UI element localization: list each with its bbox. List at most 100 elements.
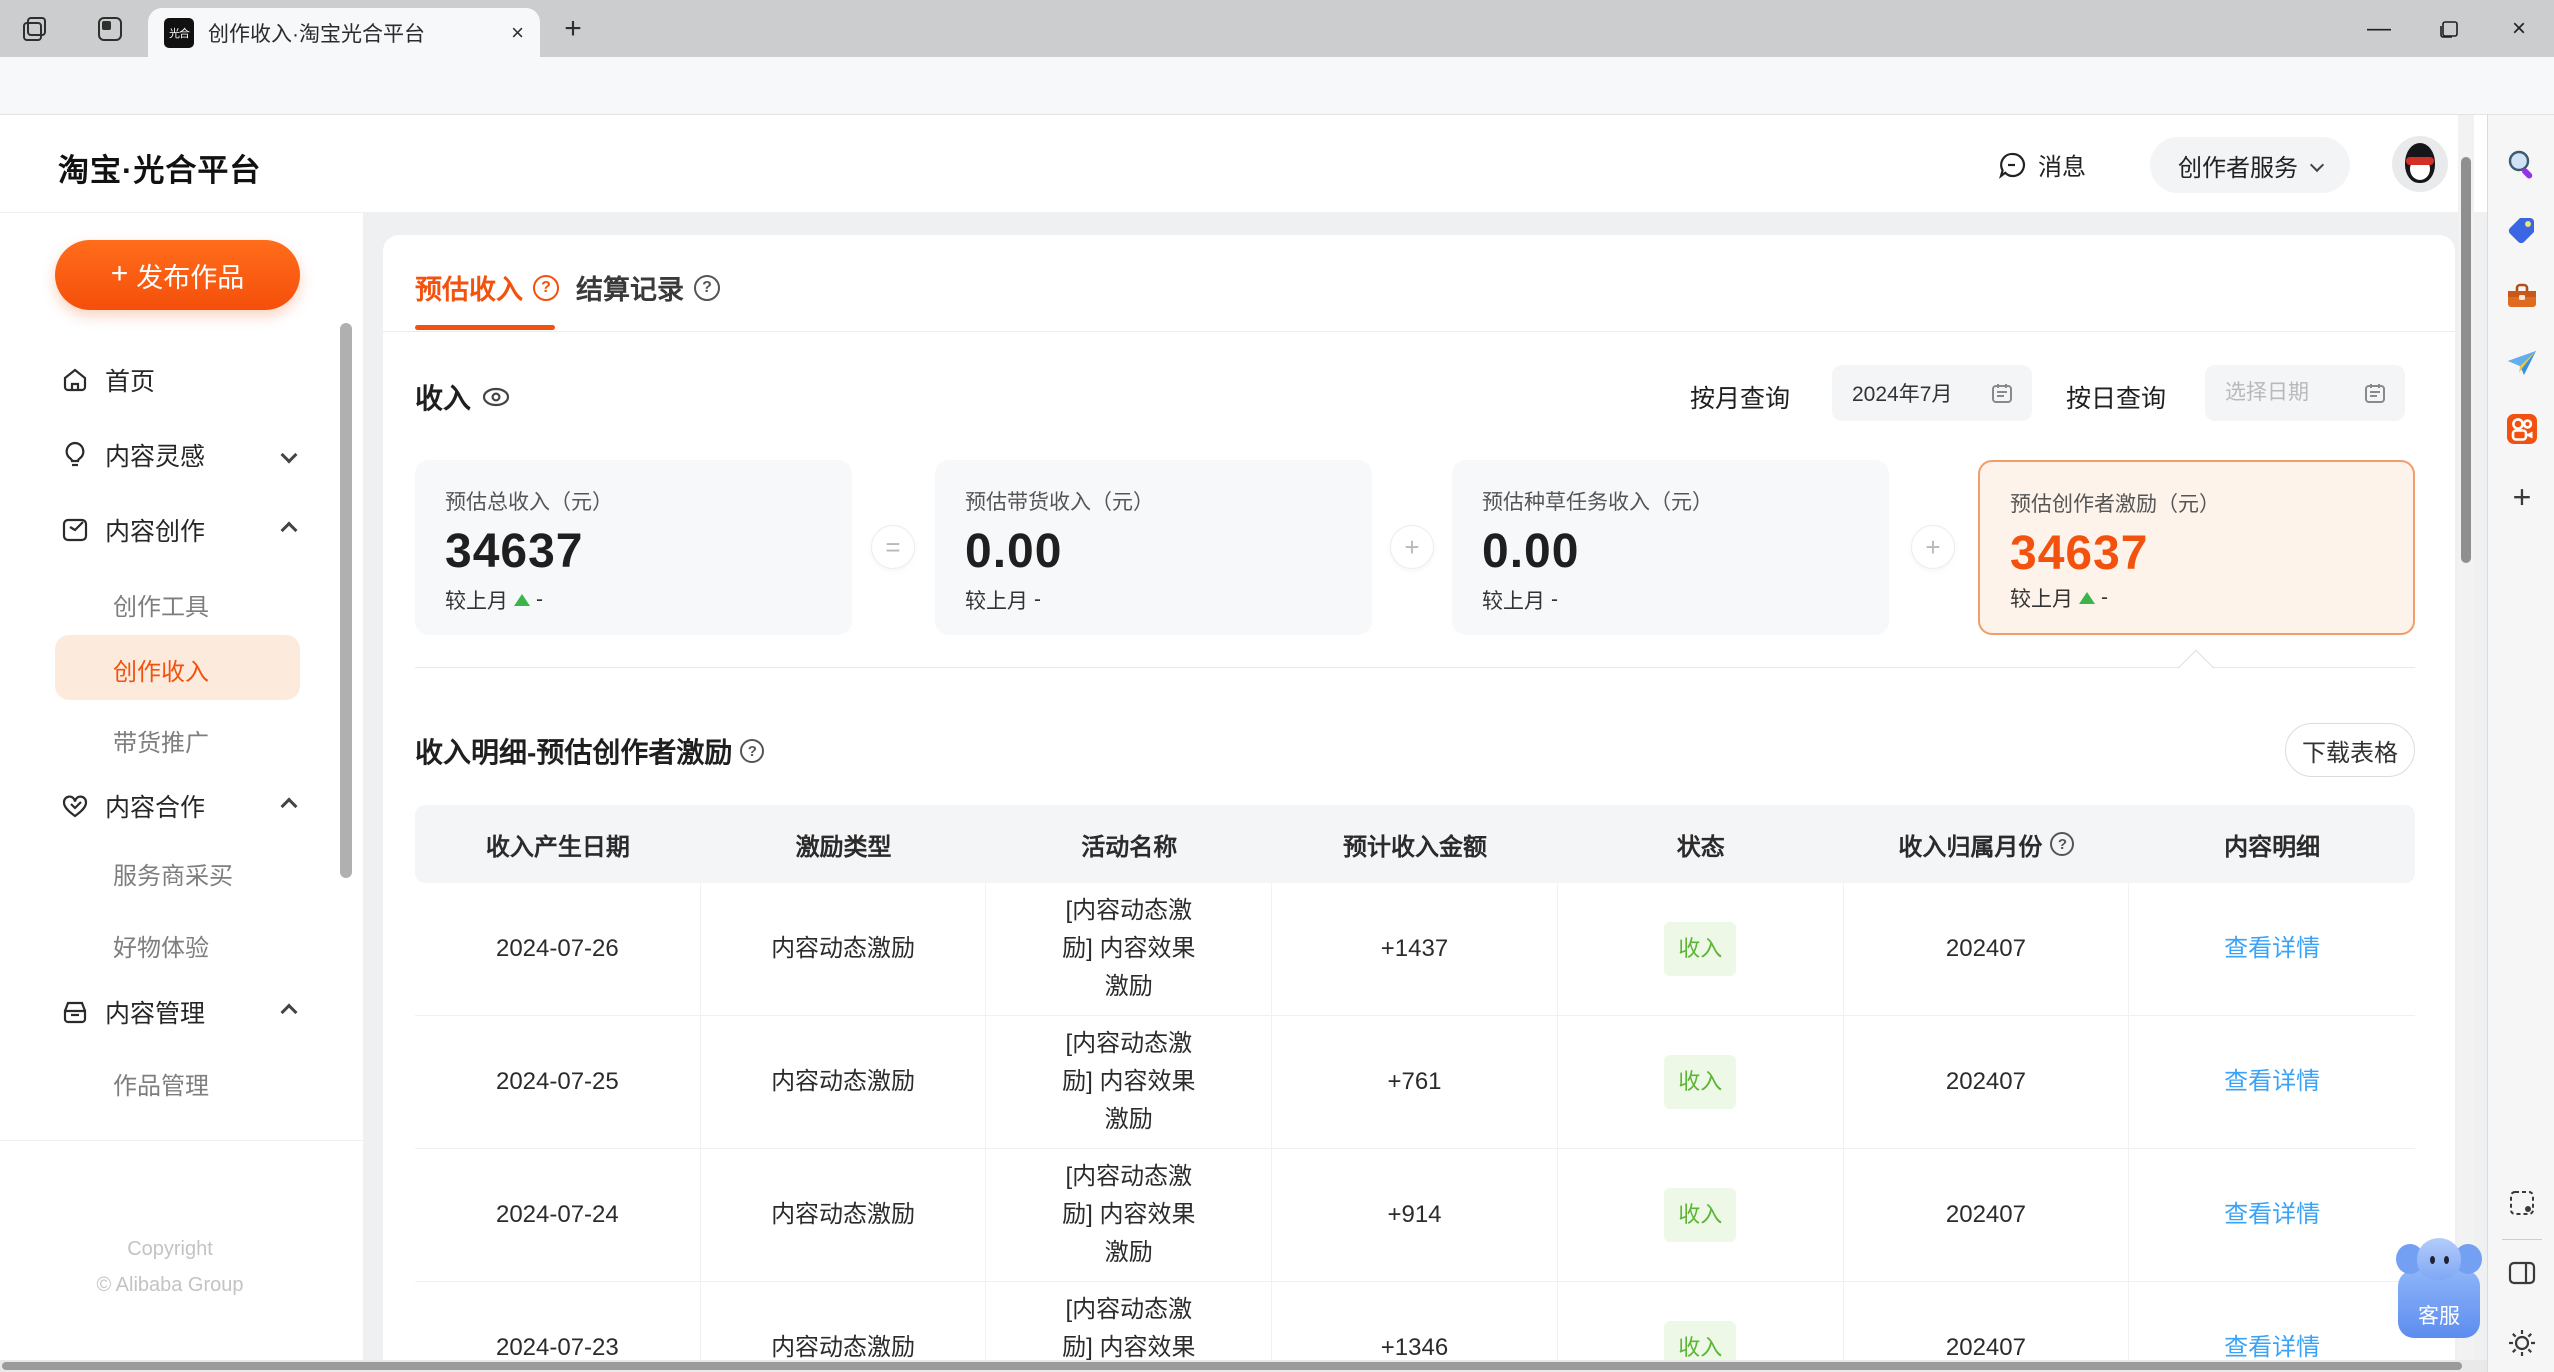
table-row: 2024-07-24 内容动态激励 [内容动态激励] 内容效果激励 +914 收…: [415, 1149, 2415, 1282]
card-creator-incentive-selected[interactable]: 预估创作者激励（元） 34637 较上月 -: [1978, 460, 2415, 635]
sidebar: + 发布作品 首页 内容灵感 内容创作 创作工具 创作收入 带货推广 内容合作: [0, 213, 363, 1372]
sidebar-item-creation[interactable]: 内容创作: [0, 505, 340, 555]
card-goods-income[interactable]: 预估带货收入（元） 0.00 较上月 -: [935, 460, 1372, 635]
chevron-up-icon: [280, 797, 298, 815]
sidebar-item-inspiration[interactable]: 内容灵感: [0, 430, 340, 480]
view-details-link[interactable]: 查看详情: [2224, 1063, 2320, 1101]
site-header: 淘宝·光合平台 消息 创作者服务: [0, 115, 2487, 213]
close-window-button[interactable]: ×: [2484, 0, 2554, 57]
equals-operator: =: [871, 525, 915, 569]
col-header-date: 收入产生日期: [485, 833, 630, 861]
sidebar-item-cooperation[interactable]: 内容合作: [0, 781, 340, 831]
horizontal-scrollbar-thumb[interactable]: [2, 1362, 2462, 1370]
trend-up-icon: [514, 594, 530, 606]
sidebar-scrollbar[interactable]: [340, 323, 352, 878]
card-total-income[interactable]: 预估总收入（元） 34637 较上月 -: [415, 460, 852, 635]
chevron-up-icon: [280, 521, 298, 539]
tab-title: 创作收入·淘宝光合平台: [208, 22, 425, 46]
publish-work-button[interactable]: + 发布作品: [55, 240, 300, 310]
view-details-link[interactable]: 查看详情: [2224, 930, 2320, 968]
new-tab-button[interactable]: +: [558, 12, 588, 45]
edge-sidebar: +: [2487, 115, 2554, 1372]
trend-up-icon: [2079, 592, 2095, 604]
creator-service-dropdown[interactable]: 创作者服务: [2150, 137, 2350, 193]
tab-actions-icon[interactable]: [95, 14, 125, 44]
add-sidebar-item-icon[interactable]: +: [2502, 477, 2542, 517]
view-details-link[interactable]: 查看详情: [2224, 1196, 2320, 1234]
sidebar-item-promotion[interactable]: 带货推广: [0, 717, 340, 763]
search-icon[interactable]: [2502, 145, 2542, 185]
sidebar-item-home[interactable]: 首页: [0, 355, 340, 405]
table-row: 2024-07-23 内容动态激励 [内容动态激励] 内容效果激励 +1346 …: [415, 1282, 2415, 1372]
chevron-down-icon: [280, 446, 298, 464]
message-icon: [1999, 152, 2026, 179]
gear-icon[interactable]: [2502, 1323, 2542, 1363]
toolbox-icon[interactable]: [2502, 277, 2542, 317]
sidebar-item-management[interactable]: 内容管理: [0, 987, 340, 1037]
customer-service-label: 客服: [2418, 1305, 2460, 1328]
browser-toolbar: https://creator.guanghe.taobao.com/page/…: [0, 57, 2554, 166]
user-avatar[interactable]: [2392, 136, 2448, 192]
tab-estimated-income[interactable]: 预估收入 ?: [415, 268, 559, 307]
sidebar-divider: [0, 1140, 363, 1141]
messages-button[interactable]: 消息: [1998, 147, 2086, 182]
workspaces-icon[interactable]: [20, 14, 50, 44]
heart-hands-icon: [60, 791, 90, 821]
col-header-amount: 预计收入金额: [1342, 833, 1487, 861]
day-query-label: 按日查询: [2066, 385, 2167, 413]
tabs-divider: [383, 331, 2455, 332]
maximize-button[interactable]: [2414, 0, 2484, 57]
help-icon[interactable]: ?: [694, 274, 720, 301]
sidebar-item-creation-income-active[interactable]: 创作收入: [55, 635, 300, 700]
table-header-row: 收入产生日期 激励类型 活动名称 预计收入金额 状态 收入归属月份? 内容明细: [415, 805, 2415, 883]
plus-icon: +: [110, 256, 129, 290]
help-icon[interactable]: ?: [740, 739, 765, 763]
shopping-tag-icon[interactable]: [2502, 210, 2542, 250]
status-badge: 收入: [1664, 922, 1737, 976]
main-panel: 预估收入 ? 结算记录 ? 收入 按月查询 按日查询 预估总收入（元） 3463…: [383, 235, 2455, 1372]
calendar-icon[interactable]: [1990, 381, 2014, 405]
col-header-status: 状态: [1676, 833, 1725, 861]
status-badge: 收入: [1664, 1188, 1737, 1242]
col-header-detail: 内容明细: [2224, 833, 2321, 861]
edit-doc-icon: [60, 515, 90, 545]
paper-plane-icon[interactable]: [2502, 343, 2542, 383]
rail-divider: [2502, 1239, 2542, 1240]
sidebar-toggle-icon[interactable]: [2502, 1253, 2542, 1293]
publish-work-label: 发布作品: [136, 262, 245, 293]
lightbulb-icon: [60, 440, 90, 470]
help-icon[interactable]: ?: [533, 274, 559, 301]
chevron-down-icon: [2309, 157, 2325, 173]
help-icon[interactable]: ?: [2050, 832, 2075, 856]
sidebar-item-service-purchase[interactable]: 服务商采买: [0, 850, 340, 896]
browser-tab[interactable]: 光合 创作收入·淘宝光合平台 ×: [148, 8, 540, 57]
caret-notch: [2177, 649, 2215, 687]
calendar-icon[interactable]: [2363, 381, 2387, 405]
kuaishou-icon[interactable]: [2502, 409, 2542, 449]
income-section-title: 收入: [415, 377, 511, 417]
plus-operator: +: [1911, 525, 1955, 569]
chevron-up-icon: [280, 1003, 298, 1021]
sidebar-item-creation-tools[interactable]: 创作工具: [0, 581, 340, 627]
month-query-label: 按月查询: [1690, 385, 1791, 413]
home-icon: [60, 365, 90, 395]
card-task-income[interactable]: 预估种草任务收入（元） 0.00 较上月 -: [1452, 460, 1889, 635]
site-logo[interactable]: 淘宝·光合平台: [58, 145, 261, 190]
sidebar-item-goods-experience[interactable]: 好物体验: [0, 922, 340, 968]
customer-service-button[interactable]: 客服: [2396, 1238, 2482, 1338]
col-header-month: 收入归属月份?: [1844, 827, 2130, 862]
minimize-button[interactable]: —: [2344, 0, 2414, 57]
tab-close-icon[interactable]: ×: [511, 20, 524, 46]
screenshot-icon[interactable]: [2502, 1183, 2542, 1223]
tab-settlement-records[interactable]: 结算记录 ?: [576, 268, 720, 307]
page-scrollbar-thumb[interactable]: [2461, 157, 2471, 563]
table-row: 2024-07-26 内容动态激励 [内容动态激励] 内容效果激励 +1437 …: [415, 883, 2415, 1016]
active-tab-underline: [415, 325, 555, 330]
messages-label: 消息: [2038, 154, 2086, 181]
archive-box-icon: [60, 997, 90, 1027]
copyright-text: Copyright © Alibaba Group: [96, 1238, 244, 1296]
site-favicon: 光合: [164, 17, 194, 48]
sidebar-item-works-management[interactable]: 作品管理: [0, 1060, 340, 1106]
download-table-button[interactable]: 下载表格: [2285, 723, 2415, 777]
eye-icon[interactable]: [481, 386, 511, 408]
